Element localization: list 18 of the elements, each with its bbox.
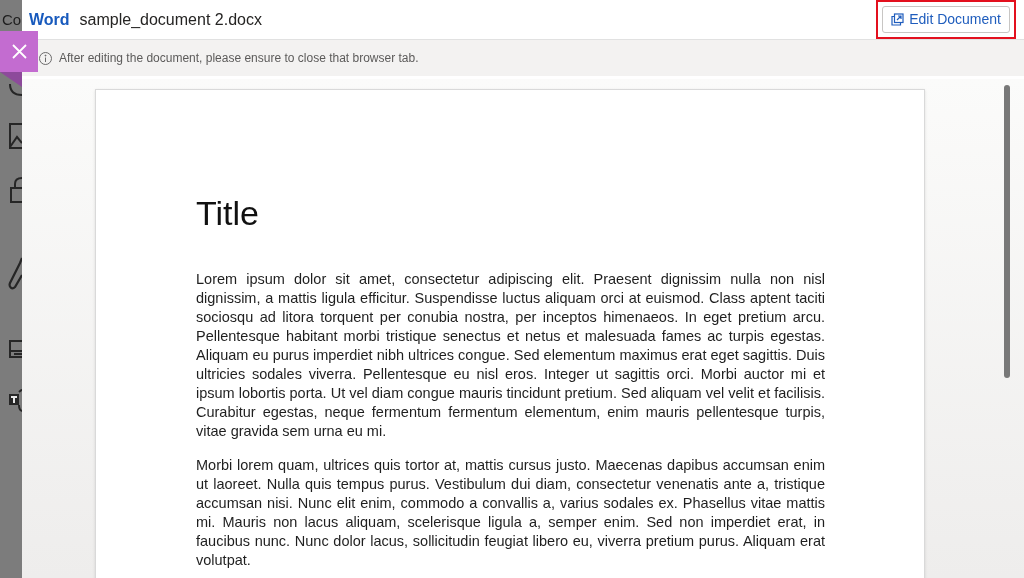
file-name: sample_document 2.docx bbox=[79, 9, 262, 30]
body-paragraph: Morbi lorem quam, ultrices quis tortor at, mattis cursus justo. Maecenas dapibus accumsan enim ut laoreet. Nulla quis tempus purus. Vestibulum dui diam, consectetur venenatis ante a, tristique accumsan nisi. Nunc elit enim, commodo a convallis a, varius sodales ex. Phasellus vitae mattis mi. Mauris non lacus aliquam, scelerisque ligula a, semper enim. Sed non imperdiet erat, in faucibus nunc. Nunc dolor lacus, sollicitudin feugiat libero eu, viverra pretium purus. Aliquam erat volutpat. bbox=[196, 456, 825, 570]
image-icon bbox=[9, 123, 22, 149]
wrench-icon bbox=[8, 257, 22, 290]
form-icon bbox=[9, 340, 22, 358]
app-name: Word bbox=[29, 9, 70, 30]
info-icon bbox=[39, 51, 52, 65]
close-icon bbox=[11, 44, 27, 59]
body-paragraph: Lorem ipsum dolor sit amet, consectetur adipiscing elit. Praesent dignissim nulla non nisl dignissim, a mattis ligula efficitur. Suspendisse luctus aliquam orci at euismod. Class aptent taciti sociosqu ad litora torquent per conubia nostra, per inceptos himenaeos. In eget pretium arcu. Pellentesque habitant morbi tristique senectus et netus et malesuada fames ac turpis egestas. Aliquam eu purus imperdiet nibh ultrices congue. Sed elementum maximus erat eget sagittis. Duis ultricies sodales viverra. Pellentesque eu nisl eros. Integer ut sagittis orci. Morbi auctor mi et ipsum lobortis porta. Ut vel diam congue mauris tincidunt pretium. Sed aliquam vel velit et facilisis. Curabitur egestas, neque fermentum fermentum elementum, enim mauris pellentesque turpis, vitae gravida sem urna eu mi. bbox=[196, 270, 825, 441]
scrollbar-thumb[interactable] bbox=[1004, 85, 1010, 378]
close-button[interactable] bbox=[0, 31, 38, 72]
fold-corner-icon bbox=[0, 72, 22, 87]
lock-icon bbox=[10, 177, 22, 203]
backdrop-label: Co bbox=[2, 11, 22, 29]
document-title: Title bbox=[196, 193, 260, 233]
edit-document-button[interactable]: Edit Document bbox=[882, 6, 1010, 33]
info-message: After editing the document, please ensure to close that browser tab. bbox=[59, 50, 419, 67]
external-link-icon bbox=[891, 13, 905, 26]
